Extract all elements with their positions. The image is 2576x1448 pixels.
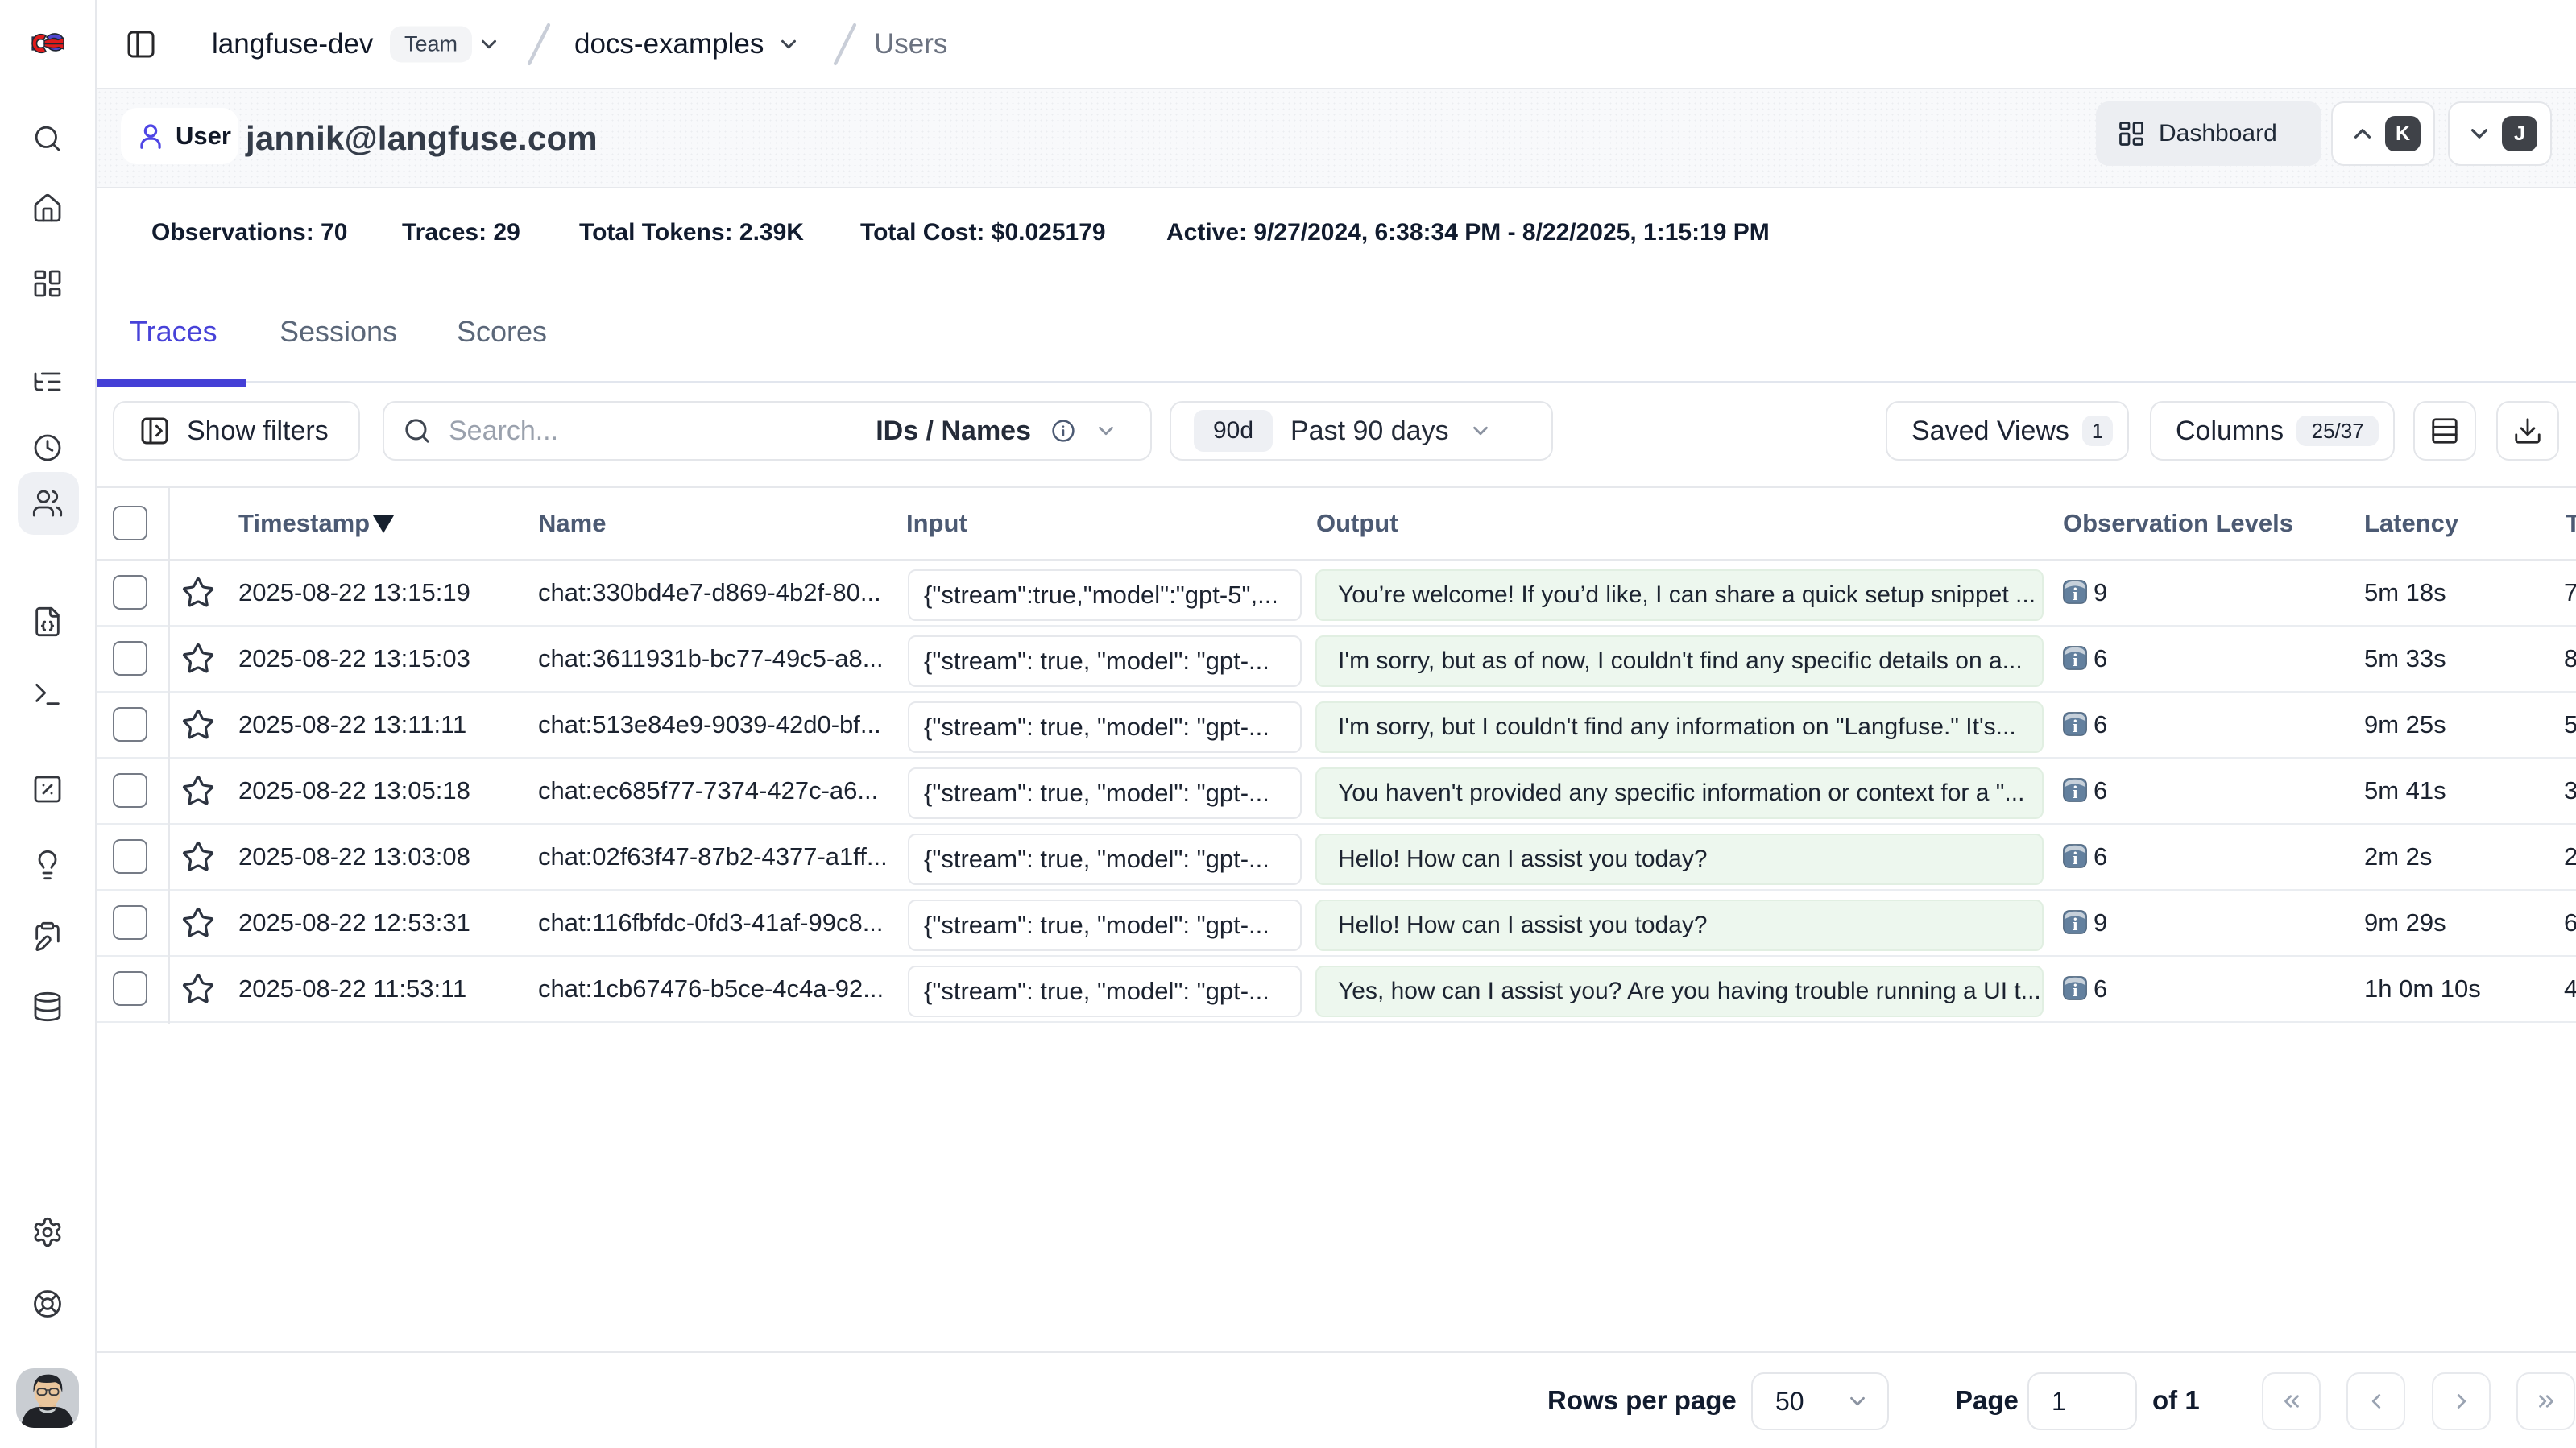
svg-text:i: i	[2073, 848, 2077, 868]
svg-text:i: i	[2073, 782, 2077, 802]
svg-text:i: i	[2073, 650, 2077, 670]
svg-text:i: i	[2073, 980, 2077, 1000]
svg-text:i: i	[2073, 914, 2077, 934]
svg-text:i: i	[2073, 584, 2077, 604]
svg-text:i: i	[2073, 716, 2077, 736]
